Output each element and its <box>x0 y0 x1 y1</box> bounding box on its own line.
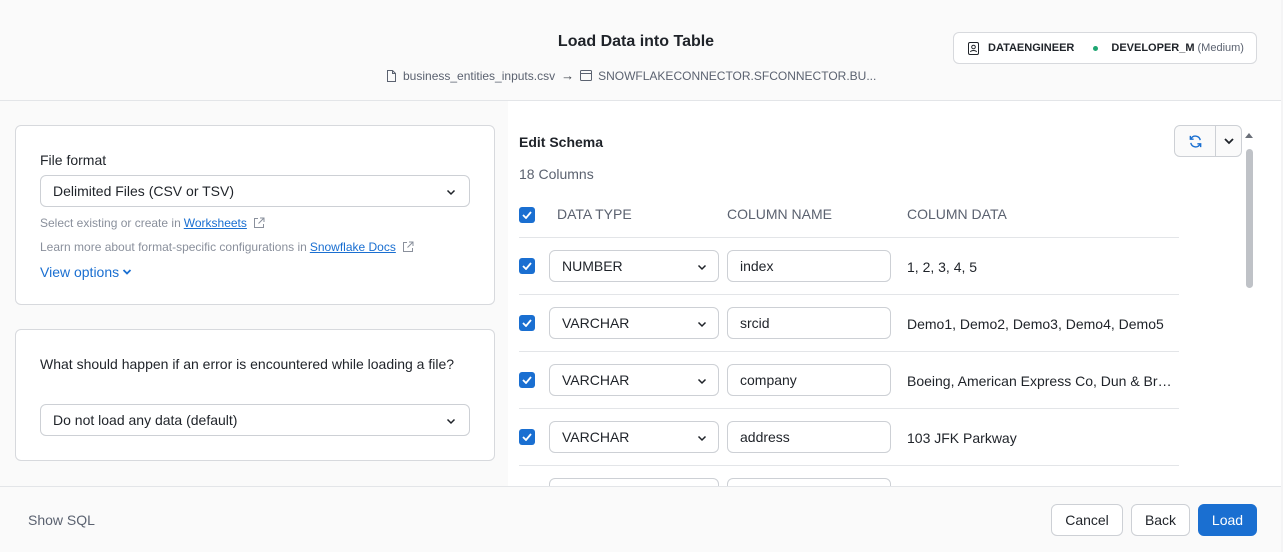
column-name-input[interactable]: address <box>727 421 891 453</box>
chevron-down-icon <box>697 321 707 328</box>
row-checkbox[interactable] <box>519 315 535 331</box>
column-name-value: address <box>740 429 790 445</box>
back-button[interactable]: Back <box>1131 504 1190 536</box>
table-row <box>519 466 1179 487</box>
scrollbar-thumb[interactable] <box>1246 149 1253 288</box>
row-checkbox[interactable] <box>519 258 535 274</box>
table-row: VARCHAR company Boeing, American Express… <box>519 352 1179 409</box>
schema-table-header: DATA TYPE COLUMN NAME COLUMN DATA <box>519 198 1179 238</box>
role-icon <box>968 41 979 55</box>
check-icon <box>522 433 532 441</box>
view-options-label: View options <box>40 264 120 280</box>
more-actions-button[interactable] <box>1216 126 1241 156</box>
scroll-up-arrow[interactable] <box>1245 133 1253 138</box>
column-data-preview: 103 JFK Parkway <box>907 430 1017 446</box>
show-sql-link[interactable]: Show SQL <box>28 512 95 528</box>
column-data-preview: Demo1, Demo2, Demo3, Demo4, Demo5 <box>907 316 1164 332</box>
check-icon <box>522 211 532 219</box>
schema-title: Edit Schema <box>519 134 604 150</box>
table-row: NUMBER index 1, 2, 3, 4, 5 <box>519 238 1179 295</box>
data-type-select[interactable]: VARCHAR <box>549 421 719 453</box>
check-icon <box>522 262 532 270</box>
column-data-preview: 1, 2, 3, 4, 5 <box>907 259 978 275</box>
on-error-label: What should happen if an error is encoun… <box>40 356 455 372</box>
data-type-value: VARCHAR <box>562 315 630 331</box>
data-type-select[interactable]: VARCHAR <box>549 307 719 339</box>
check-icon <box>522 376 532 384</box>
options-panel: File format Delimited Files (CSV or TSV)… <box>0 101 508 486</box>
arrow-right-icon: → <box>561 68 575 83</box>
column-name-input[interactable]: srcid <box>727 307 891 339</box>
load-button[interactable]: Load <box>1198 504 1257 536</box>
load-data-dialog: Load Data into Table business_entities_i… <box>0 0 1281 552</box>
chevron-down-icon <box>1223 138 1234 145</box>
file-format-label: File format <box>40 152 107 168</box>
chevron-down-icon <box>697 435 707 442</box>
select-all-checkbox[interactable] <box>519 207 535 223</box>
warehouse-size: (Medium) <box>1197 42 1244 54</box>
data-type-select[interactable]: VARCHAR <box>549 364 719 396</box>
docs-hint-text: Learn more about format-specific configu… <box>40 240 307 254</box>
table-row: VARCHAR address 103 JFK Parkway <box>519 409 1179 466</box>
column-data-header: COLUMN DATA <box>907 206 1007 222</box>
row-checkbox[interactable] <box>519 429 535 445</box>
column-name-value: company <box>740 372 797 388</box>
column-data-preview: Boeing, American Express Co, Dun & Brads… <box>907 373 1179 389</box>
schema-panel: Edit Schema 18 Columns DATA TYPE COLUMN … <box>508 101 1281 487</box>
column-count: 18 Columns <box>519 166 594 182</box>
source-file-name: business_entities_inputs.csv <box>403 68 556 83</box>
chevron-down-icon <box>446 418 456 425</box>
load-path: business_entities_inputs.csv → SNOWFLAKE… <box>386 68 876 83</box>
target-table-name: SNOWFLAKECONNECTOR.SFCONNECTOR.BU... <box>598 68 877 83</box>
check-icon <box>522 319 532 327</box>
dialog-header: Load Data into Table business_entities_i… <box>0 0 1281 101</box>
worksheets-link[interactable]: Worksheets <box>184 216 247 230</box>
column-name-header: COLUMN NAME <box>727 206 833 222</box>
data-type-select[interactable]: NUMBER <box>549 250 719 282</box>
snowflake-docs-link[interactable]: Snowflake Docs <box>310 240 396 254</box>
external-link-icon <box>253 217 265 228</box>
data-type-value: VARCHAR <box>562 372 630 388</box>
schema-actions <box>1174 125 1242 157</box>
column-name-value: index <box>740 258 774 274</box>
chevron-down-icon <box>697 264 707 271</box>
file-icon <box>387 69 396 82</box>
file-format-select[interactable]: Delimited Files (CSV or TSV) <box>40 175 470 207</box>
refresh-button[interactable] <box>1175 126 1216 156</box>
status-dot <box>1093 45 1099 51</box>
table-icon <box>580 70 593 81</box>
column-name-value: srcid <box>740 315 770 331</box>
on-error-select[interactable]: Do not load any data (default) <box>40 404 470 436</box>
docs-hint: Learn more about format-specific configu… <box>40 240 414 254</box>
chevron-down-icon <box>446 189 456 196</box>
role-name: DATAENGINEER <box>988 42 1075 54</box>
warehouse-name: DEVELOPER_M <box>1111 42 1195 54</box>
column-name-input[interactable]: index <box>727 250 891 282</box>
column-name-input[interactable]: company <box>727 364 891 396</box>
chevron-down-icon <box>697 378 707 385</box>
session-context-button[interactable]: DATAENGINEER DEVELOPER_M (Medium) <box>953 32 1257 64</box>
worksheets-hint: Select existing or create in Worksheets <box>40 216 265 230</box>
dialog-footer: Show SQL Cancel Back Load <box>0 486 1281 552</box>
on-error-card: What should happen if an error is encoun… <box>15 329 495 461</box>
row-checkbox[interactable] <box>519 372 535 388</box>
refresh-icon <box>1189 134 1201 148</box>
view-options-toggle[interactable]: View options <box>40 264 132 280</box>
data-type-value: VARCHAR <box>562 429 630 445</box>
cancel-button[interactable]: Cancel <box>1051 504 1123 536</box>
table-row: VARCHAR srcid Demo1, Demo2, Demo3, Demo4… <box>519 295 1179 352</box>
external-link-icon <box>402 241 414 252</box>
data-type-header: DATA TYPE <box>557 206 632 222</box>
file-format-card: File format Delimited Files (CSV or TSV)… <box>15 125 495 305</box>
data-type-value: NUMBER <box>562 258 623 274</box>
file-format-value: Delimited Files (CSV or TSV) <box>53 183 235 199</box>
worksheets-hint-text: Select existing or create in <box>40 216 181 230</box>
chevron-down-icon <box>123 269 132 275</box>
on-error-value: Do not load any data (default) <box>53 412 238 428</box>
